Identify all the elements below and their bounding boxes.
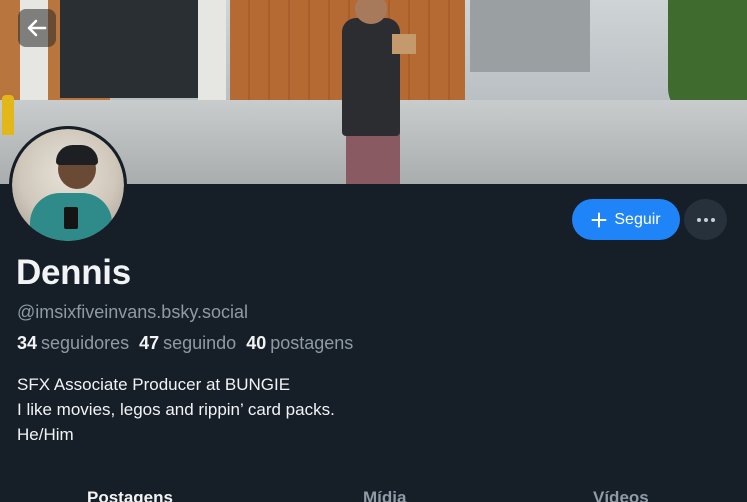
posts-count: 40 [246,333,267,353]
followers-count: 34 [17,333,38,353]
plus-icon [591,212,607,227]
avatar-hat [56,145,98,165]
avatar-image [12,129,124,241]
bio-line: He/Him [17,425,74,444]
posts-label: postagens [270,333,354,353]
avatar-phone [64,207,78,229]
tab-midia[interactable]: Mídia [363,488,406,502]
avatar[interactable] [9,126,127,244]
banner-pillar [198,0,226,112]
posts-stat: 40 postagens [246,333,353,354]
back-button[interactable] [18,9,56,47]
display-name: Dennis [16,253,131,292]
profile-stats: 34 seguidores 47 seguindo 40 postagens [17,333,353,354]
followers-label: seguidores [41,333,130,353]
more-options-button[interactable] [684,199,727,240]
following-label: seguindo [163,333,237,353]
banner-hydrant [2,95,14,135]
following-count: 47 [139,333,160,353]
banner-concrete-wall [470,0,590,72]
tab-postagens[interactable]: Postagens [87,488,173,502]
banner-box [392,34,416,54]
followers-stat[interactable]: 34 seguidores [17,333,129,354]
arrow-left-icon [27,19,47,37]
banner-person-legs [346,130,400,184]
bio-line: SFX Associate Producer at BUNGIE [17,375,291,394]
follow-button[interactable]: Seguir [572,199,680,240]
follow-button-label: Seguir [614,210,661,228]
bio-line: I like movies, legos and rippin’ card pa… [17,400,335,419]
banner-storefront [60,0,200,98]
profile-bio: SFX Associate Producer at BUNGIE I like … [17,372,335,447]
profile-tabs: Postagens Mídia Vídeos [0,478,747,502]
tab-videos[interactable]: Vídeos [593,488,649,502]
following-stat[interactable]: 47 seguindo [139,333,236,354]
ellipsis-icon [696,217,715,222]
user-handle: @imsixfiveinvans.bsky.social [17,302,249,322]
